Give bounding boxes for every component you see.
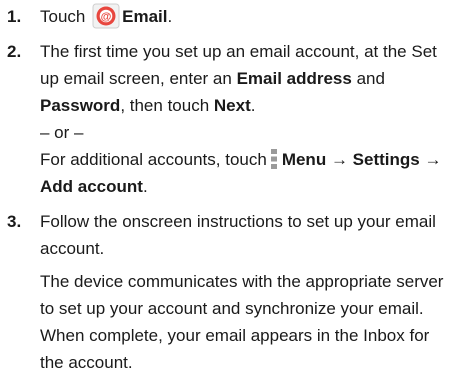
svg-text:@: @: [101, 11, 112, 23]
step-3-p2-line-3: When complete, your email appears in the…: [40, 326, 430, 345]
step-3-paragraph-2: The device communicates with the appropr…: [40, 268, 467, 376]
step-2: 2. The first time you set up an email ac…: [7, 38, 467, 200]
settings-label: Settings: [352, 150, 420, 169]
instructions-document: 1. Touch @ Email. 2. The first time you …: [7, 3, 467, 376]
step-text: For additional accounts, touch: [40, 150, 267, 169]
punctuation: .: [167, 7, 173, 26]
menu-label: Menu: [281, 150, 327, 169]
arrow-glyph: →: [424, 150, 442, 169]
email-app-icon: @: [92, 3, 120, 29]
password-label: Password: [40, 96, 121, 115]
arrow-glyph: →: [330, 150, 348, 169]
step-3: 3. Follow the onscreen instructions to s…: [7, 208, 467, 376]
step-number: 3.: [7, 212, 22, 231]
step-2-line-1: The first time you set up an email accou…: [40, 42, 437, 61]
email-app-label: Email: [122, 7, 168, 26]
add-account-label: Add account: [40, 177, 143, 196]
step-3-p2-line-2: to set up your account and synchronize y…: [40, 299, 424, 318]
step-1-line: Touch @ Email.: [40, 3, 467, 30]
step-3-p2-line-1: The device communicates with the appropr…: [40, 272, 444, 291]
step-number: 2.: [7, 42, 22, 61]
step-3-p2-line-4: the account.: [40, 353, 133, 372]
punctuation: .: [250, 96, 256, 115]
step-number: 1.: [7, 7, 22, 26]
step-2-line-5: For additional accounts, touch Menu → Set…: [40, 146, 467, 173]
punctuation: .: [142, 177, 148, 196]
step-3-line-1: Follow the onscreen instructions to set …: [40, 212, 436, 231]
menu-icon: [270, 149, 278, 169]
email-address-label: Email address: [236, 69, 352, 88]
step-1: 1. Touch @ Email.: [7, 3, 467, 30]
step-text: and: [351, 69, 385, 88]
step-text: up email screen, enter an: [40, 69, 237, 88]
step-text: , then touch: [120, 96, 214, 115]
step-3-line-2: account.: [40, 239, 105, 258]
next-label: Next: [213, 96, 251, 115]
step-2-line-3: Password, then touch Next.: [40, 92, 467, 119]
or-separator: – or –: [40, 123, 84, 142]
step-2-line-6: Add account.: [40, 173, 467, 200]
step-2-line-2: up email screen, enter an Email address …: [40, 65, 467, 92]
step-text: Touch: [40, 7, 86, 26]
